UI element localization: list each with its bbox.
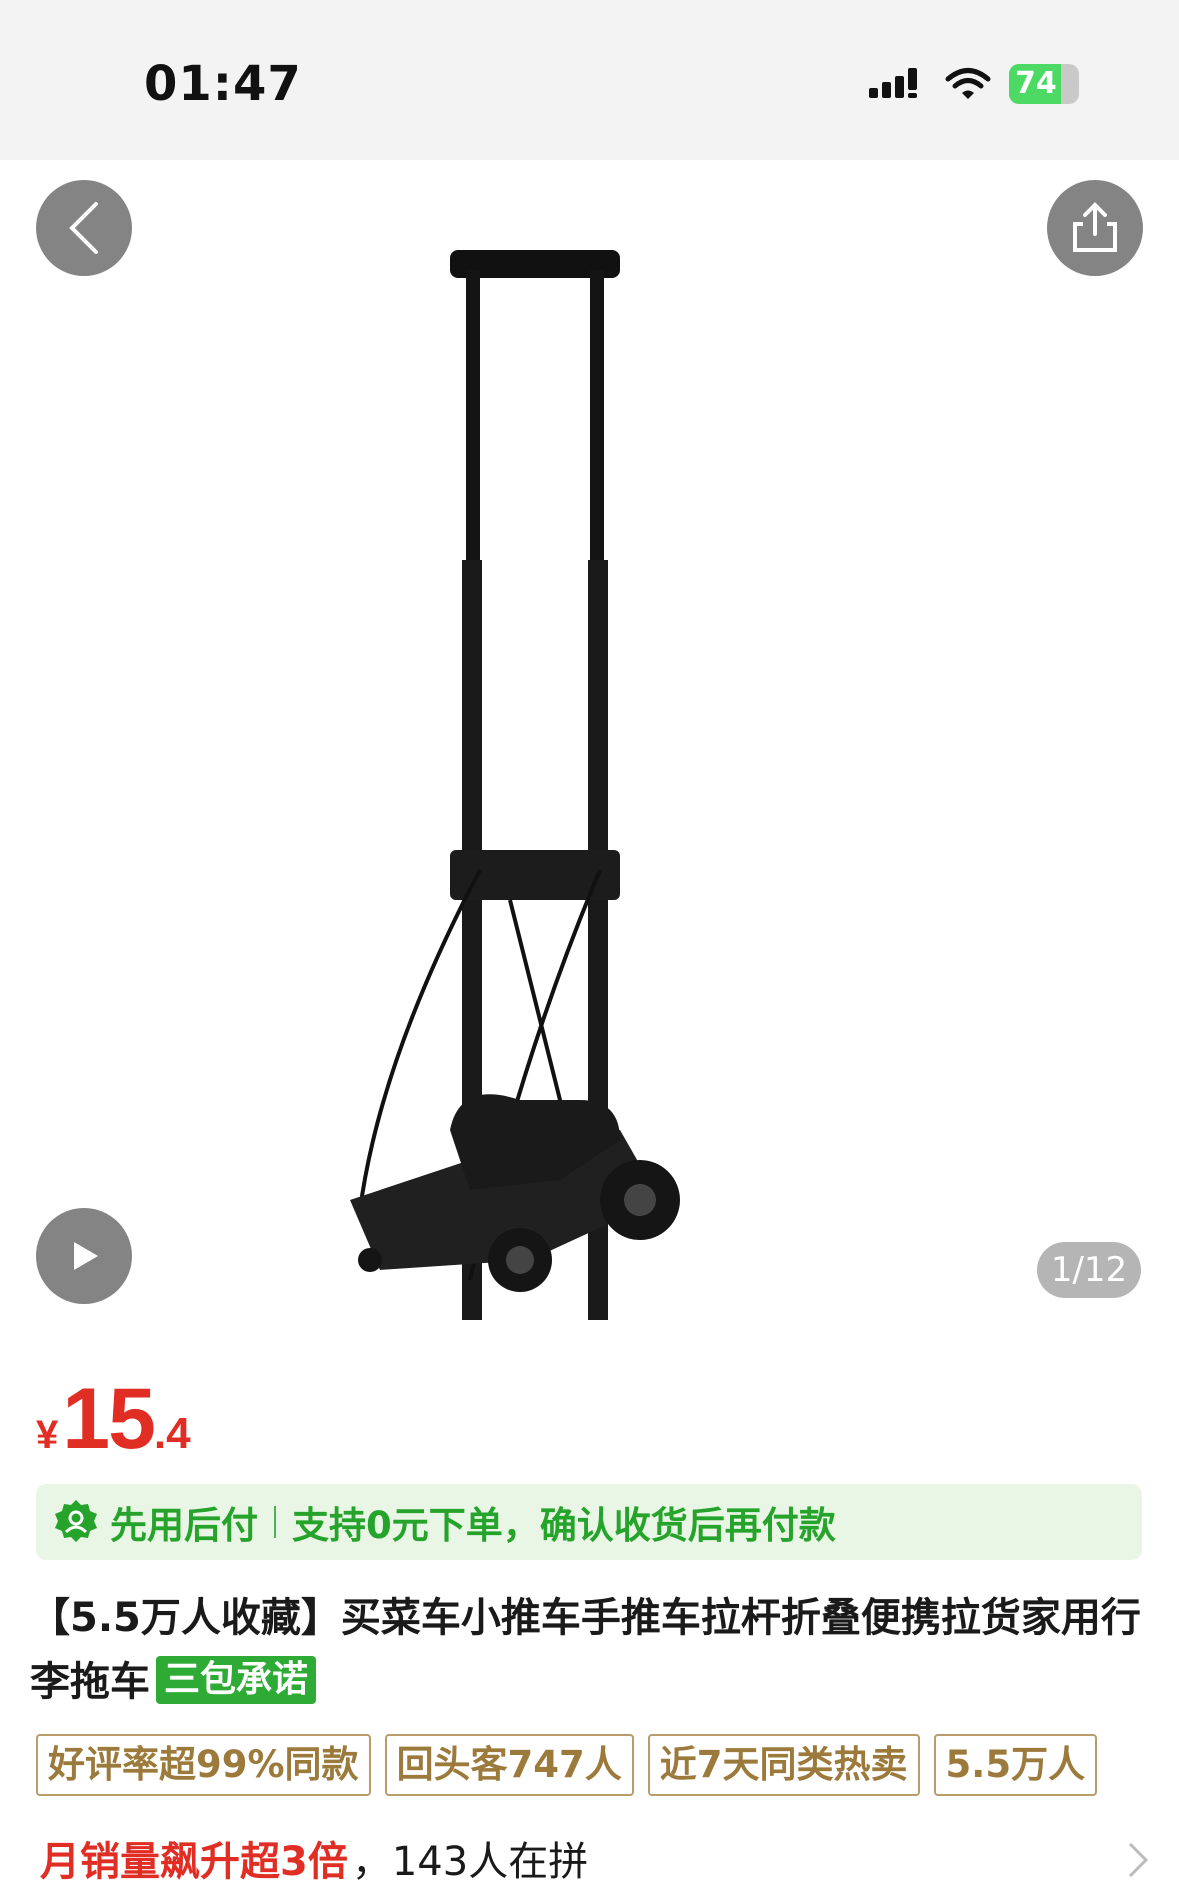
signal-icon [869, 68, 917, 98]
guarantee-badge: 三包承诺 [156, 1656, 317, 1704]
pay-later-title: 先用后付 [110, 1504, 258, 1547]
badge-check-icon [55, 1500, 97, 1542]
battery-level: 74 [1015, 66, 1057, 101]
sales-group-count: ，143人在拼 [351, 1839, 589, 1885]
pay-later-description: 支持0元下单，确认收货后再付款 [292, 1504, 836, 1547]
tag-item: 好评率超99%同款 [36, 1734, 371, 1796]
price: ¥ 15 .4 [36, 1370, 191, 1469]
product-tags: 好评率超99%同款 回头客747人 近7天同类热卖 5.5万人 [36, 1734, 1098, 1796]
tag-item: 回头客747人 [384, 1734, 634, 1796]
play-video-button[interactable] [36, 1208, 132, 1304]
status-icons: 74 [869, 64, 1079, 104]
status-bar: 01:47 74 [0, 0, 1179, 160]
chevron-right-icon [1128, 1842, 1149, 1878]
play-icon [74, 1242, 98, 1270]
tag-item: 5.5万人 [933, 1734, 1098, 1796]
battery-icon: 74 [1009, 64, 1079, 104]
product-image [350, 250, 680, 1320]
price-currency: ¥ [36, 1413, 59, 1457]
sales-highlight: 月销量飙升超3倍 [40, 1839, 348, 1885]
tag-item: 近7天同类热卖 [647, 1734, 920, 1796]
share-icon [1073, 202, 1117, 252]
price-decimal: .4 [153, 1409, 191, 1458]
back-arrow-icon [69, 202, 98, 254]
price-integer: 15 [62, 1371, 156, 1467]
pay-later-banner[interactable]: 先用后付 支持0元下单，确认收货后再付款 [36, 1484, 1142, 1560]
product-gallery[interactable]: 1/12 [0, 160, 1179, 1330]
status-time: 01:47 [144, 56, 302, 112]
product-title: 【5.5万人收藏】买菜车小推车手推车拉杆折叠便携拉货家用行李拖车 三包承诺 [30, 1586, 1150, 1714]
sales-info[interactable]: 月销量飙升超3倍 ，143人在拼 [40, 1826, 1150, 1890]
pay-later-divider [274, 1506, 276, 1538]
share-button[interactable] [1047, 180, 1143, 276]
back-button[interactable] [36, 180, 132, 276]
image-counter: 1/12 [1037, 1242, 1141, 1298]
wifi-icon [945, 68, 991, 99]
